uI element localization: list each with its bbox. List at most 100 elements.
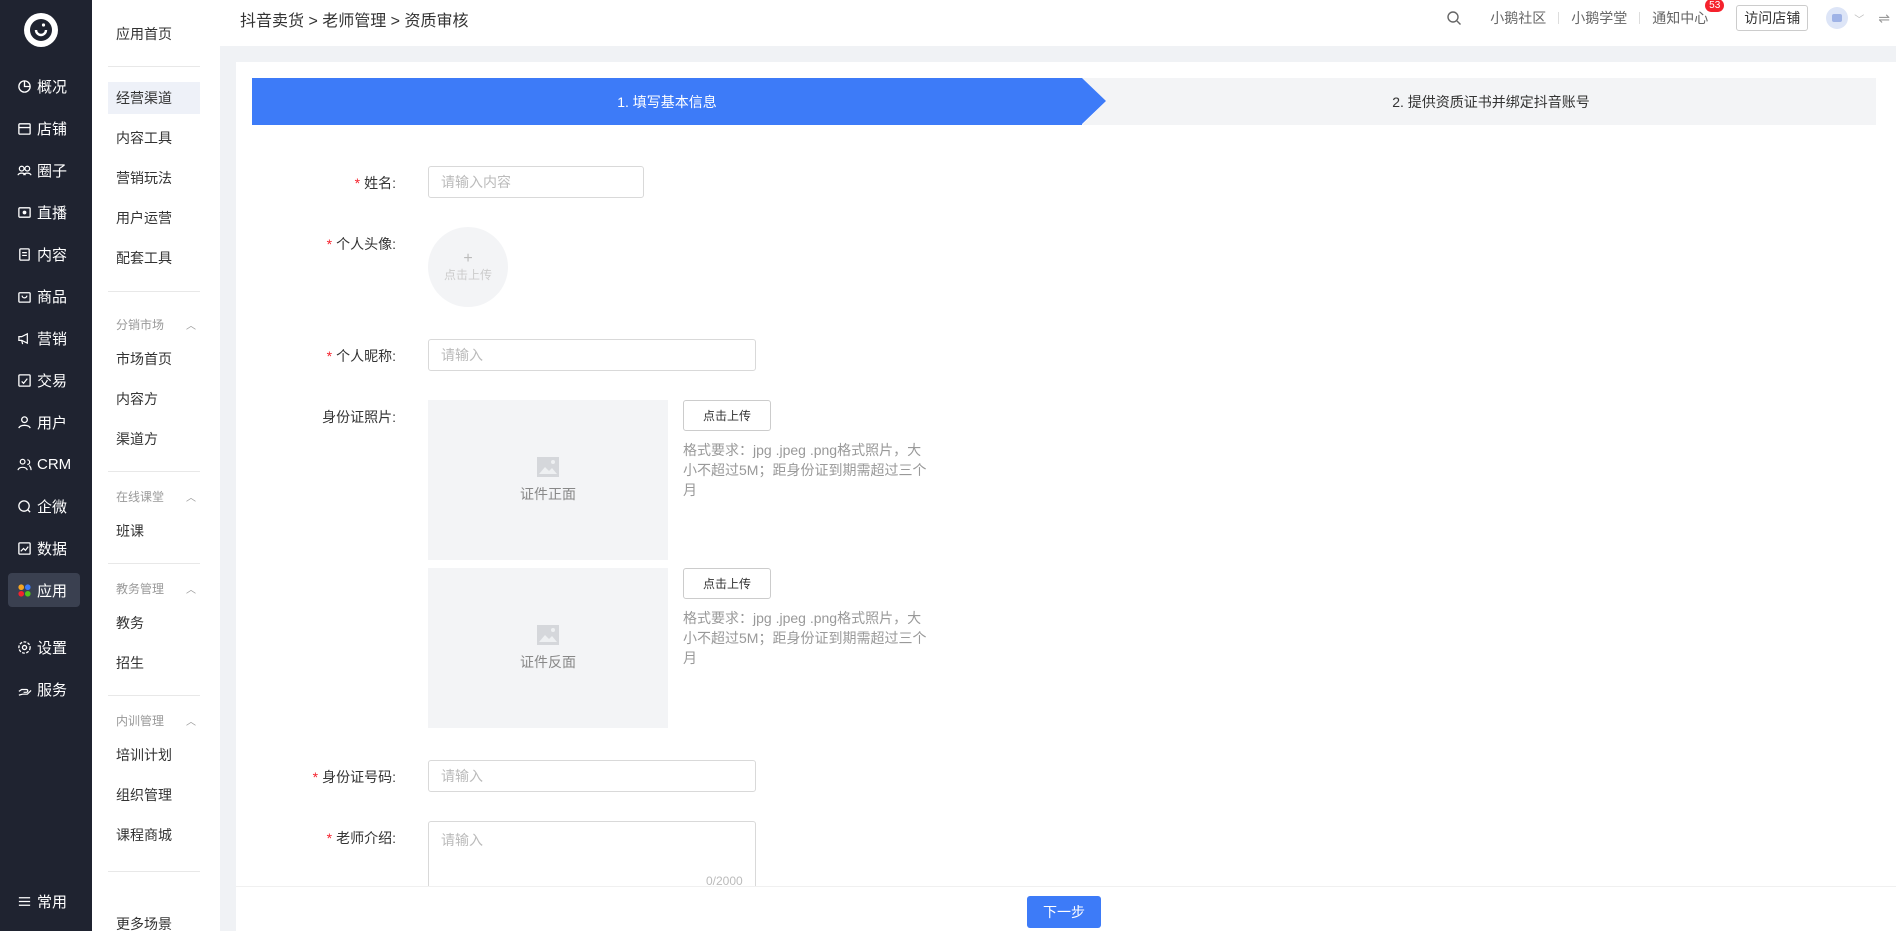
divider (108, 66, 200, 67)
sub-item-marketing[interactable]: 营销玩法 (116, 162, 208, 194)
nav-item-goods[interactable]: 商品 (8, 279, 80, 313)
id-front-label: 证件正面 (520, 486, 576, 502)
sub-item-content-side[interactable]: 内容方 (116, 383, 208, 415)
nav-item-overview[interactable]: 概况 (8, 69, 80, 103)
sub-group-label: 内训管理 (116, 714, 165, 728)
step-1: 1. 填写基本信息 (252, 78, 1082, 125)
nav-item-common[interactable]: 常用 (8, 884, 80, 918)
switch-icon[interactable]: ⇌ (1878, 10, 1890, 27)
nav-item-label: 设置 (37, 639, 68, 657)
breadcrumb: 抖音卖货 > 老师管理 > 资质审核 (240, 13, 469, 30)
sub-item-more[interactable]: 更多场景 (116, 908, 208, 931)
nav-item-user[interactable]: 用户 (8, 405, 80, 439)
sub-item-label: 市场首页 (116, 351, 172, 367)
nav-item-label: 服务 (37, 681, 68, 699)
next-step-button[interactable]: 下一步 (1027, 896, 1101, 928)
id-number-input[interactable] (428, 760, 756, 792)
sub-item-channel-side[interactable]: 渠道方 (116, 423, 208, 455)
service-icon (16, 681, 32, 697)
label-text: 个人头像: (336, 236, 396, 252)
nav-item-live[interactable]: 直播 (8, 195, 80, 229)
sub-item-train-plan[interactable]: 培训计划 (116, 739, 208, 771)
sub-item-content-tools[interactable]: 内容工具 (116, 122, 208, 154)
intro-label: * 老师介绍: (236, 828, 396, 848)
notification-center-link[interactable]: 通知中心 53 (1640, 0, 1725, 28)
nav-item-circle[interactable]: 圈子 (8, 153, 80, 187)
label-text: 身份证号码: (322, 769, 396, 785)
notification-label: 通知中心 (1652, 10, 1709, 26)
nav-item-marketing[interactable]: 营销 (8, 321, 80, 355)
group-icon (16, 162, 32, 178)
sub-item-class[interactable]: 班课 (116, 515, 208, 547)
nav-item-service[interactable]: 服务 (8, 672, 80, 706)
nav-item-data[interactable]: 数据 (8, 531, 80, 565)
sub-item-tools[interactable]: 配套工具 (116, 242, 208, 274)
sub-item-edu[interactable]: 教务 (116, 607, 208, 639)
required-mark: * (326, 348, 333, 364)
sub-item-label: 教务 (116, 615, 144, 631)
sub-group-market[interactable]: 分销市场 ︿ (116, 316, 196, 333)
sub-group-train[interactable]: 内训管理 ︿ (116, 712, 196, 729)
bag-icon (16, 288, 32, 304)
nav-item-content[interactable]: 内容 (8, 237, 80, 271)
logo-icon (30, 19, 52, 41)
chevron-up-icon: ︿ (186, 717, 196, 728)
store-icon (16, 120, 32, 136)
sub-group-label: 教务管理 (116, 582, 165, 596)
sub-item-label: 招生 (116, 655, 144, 671)
sub-item-label: 班课 (116, 523, 144, 539)
community-link[interactable]: 小鹅社区 (1478, 8, 1558, 28)
name-input[interactable] (428, 166, 644, 198)
nav-item-store[interactable]: 店铺 (8, 111, 80, 145)
sub-item-label: 营销玩法 (116, 170, 172, 186)
nav-item-label: 概况 (37, 78, 68, 96)
scroll-gutter (220, 46, 236, 931)
nav-item-label: 交易 (37, 372, 68, 390)
nav-item-label: 店铺 (37, 120, 68, 138)
sub-item-market-home[interactable]: 市场首页 (116, 343, 208, 375)
nav-item-apps[interactable]: 应用 (8, 573, 80, 607)
avatar[interactable] (1826, 7, 1849, 29)
sub-item-app-home[interactable]: 应用首页 (116, 18, 208, 50)
avatar-upload-label: 点击上传 (443, 267, 492, 282)
required-mark: * (326, 236, 333, 252)
sub-item-label: 组织管理 (116, 787, 172, 803)
sub-item-label: 培训计划 (116, 747, 172, 763)
sub-item-label: 配套工具 (116, 250, 172, 266)
topbar: 抖音卖货 > 老师管理 > 资质审核 小鹅社区 小鹅学堂 通知中心 53 访问店铺… (220, 0, 1896, 46)
academy-link[interactable]: 小鹅学堂 (1559, 8, 1639, 28)
sub-item-org[interactable]: 组织管理 (116, 779, 208, 811)
avatar-upload[interactable]: + 点击上传 (428, 227, 508, 307)
id-back-label: 证件反面 (520, 654, 576, 670)
nav-item-wecom[interactable]: 企微 (8, 489, 80, 523)
nav-item-crm[interactable]: CRM (8, 447, 80, 481)
label-text: 老师介绍: (336, 830, 396, 846)
nickname-input[interactable] (428, 339, 756, 371)
sub-group-online[interactable]: 在线课堂 ︿ (116, 488, 196, 505)
upload-id-front-button[interactable]: 点击上传 (683, 400, 771, 431)
sub-item-enroll[interactable]: 招生 (116, 647, 208, 679)
sub-sidebar: 应用首页 经营渠道 内容工具 营销玩法 用户运营 配套工具 分销市场 ︿ 市场首页… (92, 0, 220, 931)
required-mark: * (326, 830, 333, 846)
nav-item-label: CRM (37, 455, 72, 473)
label-text: 姓名: (364, 175, 396, 191)
nav-item-settings[interactable]: 设置 (8, 630, 80, 664)
sub-item-channels[interactable]: 经营渠道 (108, 82, 200, 114)
live-icon (16, 204, 32, 220)
nav-item-trade[interactable]: 交易 (8, 363, 80, 397)
crm-icon (16, 456, 32, 472)
chevron-up-icon: ︿ (186, 585, 196, 596)
logo[interactable] (24, 13, 58, 47)
search-icon[interactable] (1446, 10, 1462, 26)
divider (108, 471, 200, 472)
sub-item-user-ops[interactable]: 用户运营 (116, 202, 208, 234)
step-1-label: 1. 填写基本信息 (617, 93, 717, 110)
nav-item-label: 内容 (37, 246, 68, 264)
sub-item-course-mall[interactable]: 课程商城 (116, 819, 208, 851)
sub-group-edu[interactable]: 教务管理 ︿ (116, 580, 196, 597)
upload-id-back-button[interactable]: 点击上传 (683, 568, 771, 599)
data-icon (16, 540, 32, 556)
visit-store-button[interactable]: 访问店铺 (1736, 5, 1809, 31)
chevron-up-icon: ︿ (186, 493, 196, 504)
chevron-down-icon[interactable]: ﹀ (1854, 11, 1864, 26)
